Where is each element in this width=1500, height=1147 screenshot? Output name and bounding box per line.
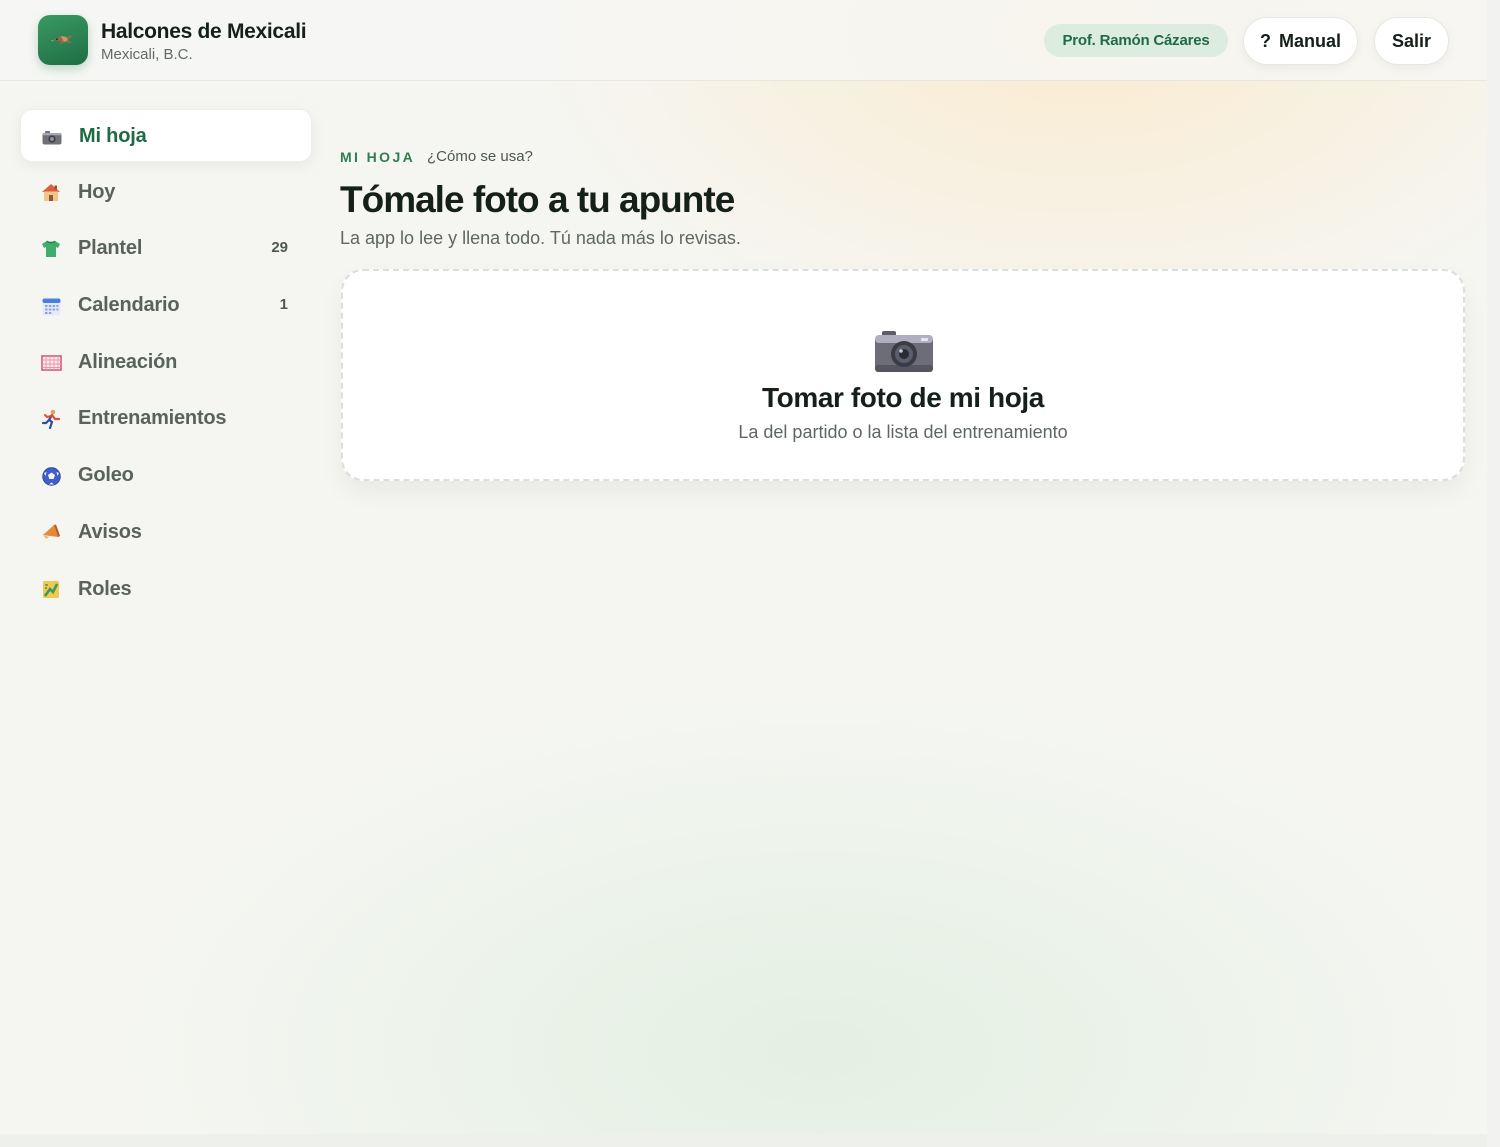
section-eyebrow: MI HOJA (340, 149, 416, 165)
runner-icon (40, 409, 62, 430)
megaphone-icon (40, 523, 62, 543)
page-title: Tómale foto a tu apunte (340, 179, 735, 220)
vertical-scrollbar[interactable] (1487, 0, 1500, 1147)
sidebar-item-goleo[interactable]: Goleo (20, 449, 312, 502)
hawk-icon (51, 35, 73, 45)
sidebar-item-label: Hoy (78, 180, 116, 203)
sidebar-item-plantel[interactable]: Plantel 29 (20, 222, 312, 275)
sidebar-item-roles[interactable]: Roles (20, 563, 312, 616)
sidebar-item-avisos[interactable]: Avisos (20, 506, 312, 559)
page-subtitle: La app lo lee y llena todo. Tú nada más … (340, 228, 741, 248)
user-chip[interactable]: Prof. Ramón Cázares (1044, 24, 1228, 57)
sidebar-item-calendario[interactable]: Calendario 1 (20, 279, 312, 332)
logout-button[interactable]: Salir (1374, 17, 1449, 65)
sidebar-item-alineacion[interactable]: Alineación (20, 336, 312, 389)
horizontal-scrollbar[interactable] (0, 1134, 1487, 1147)
take-photo-subtitle: La del partido o la lista del entrenamie… (738, 422, 1068, 442)
team-name: Halcones de Mexicali (101, 20, 307, 43)
take-photo-card[interactable]: Tomar foto de mi hoja La del partido o l… (341, 269, 1465, 481)
sidebar-item-label: Plantel (78, 237, 143, 260)
sidebar-item-label: Avisos (78, 520, 142, 543)
camera-icon (875, 331, 933, 372)
camera-icon (41, 127, 63, 147)
count-badge: 29 (271, 239, 288, 257)
manual-button-label: Manual (1278, 30, 1341, 51)
jersey-icon (40, 239, 62, 259)
sidebar-item-label: Mi hoja (79, 125, 147, 147)
top-bar: Halcones de Mexicali Mexicali, B.C. Prof… (0, 0, 1487, 81)
sidebar-item-hoy[interactable]: Hoy (20, 166, 312, 219)
sidebar-item-label: Entrenamientos (78, 407, 227, 430)
sidebar-item-label: Goleo (78, 464, 134, 487)
sidebar-item-mi-hoja[interactable]: Mi hoja (20, 109, 312, 162)
team-logo[interactable] (38, 15, 88, 65)
sidebar-item-label: Calendario (78, 294, 180, 317)
sidebar-item-label: Roles (78, 577, 132, 600)
take-photo-title: Tomar foto de mi hoja (762, 382, 1044, 413)
sidebar-item-entrenamientos[interactable]: Entrenamientos (20, 392, 312, 445)
soccer-ball-icon (40, 466, 62, 486)
bracket-icon (40, 580, 62, 600)
team-city: Mexicali, B.C. (101, 46, 193, 63)
calendar-icon (40, 296, 62, 316)
sidebar-item-label: Alineación (78, 350, 178, 373)
question-mark-icon: ? (1259, 30, 1271, 51)
manual-button[interactable]: ? Manual (1243, 17, 1358, 65)
sidebar: Mi hoja Hoy Plantel 29 Calendario 1 Alin… (20, 109, 312, 619)
count-badge: 1 (279, 296, 288, 314)
house-icon (40, 183, 62, 203)
goal-net-icon (40, 353, 62, 373)
how-to-link[interactable]: ¿Cómo se usa? (427, 148, 533, 165)
